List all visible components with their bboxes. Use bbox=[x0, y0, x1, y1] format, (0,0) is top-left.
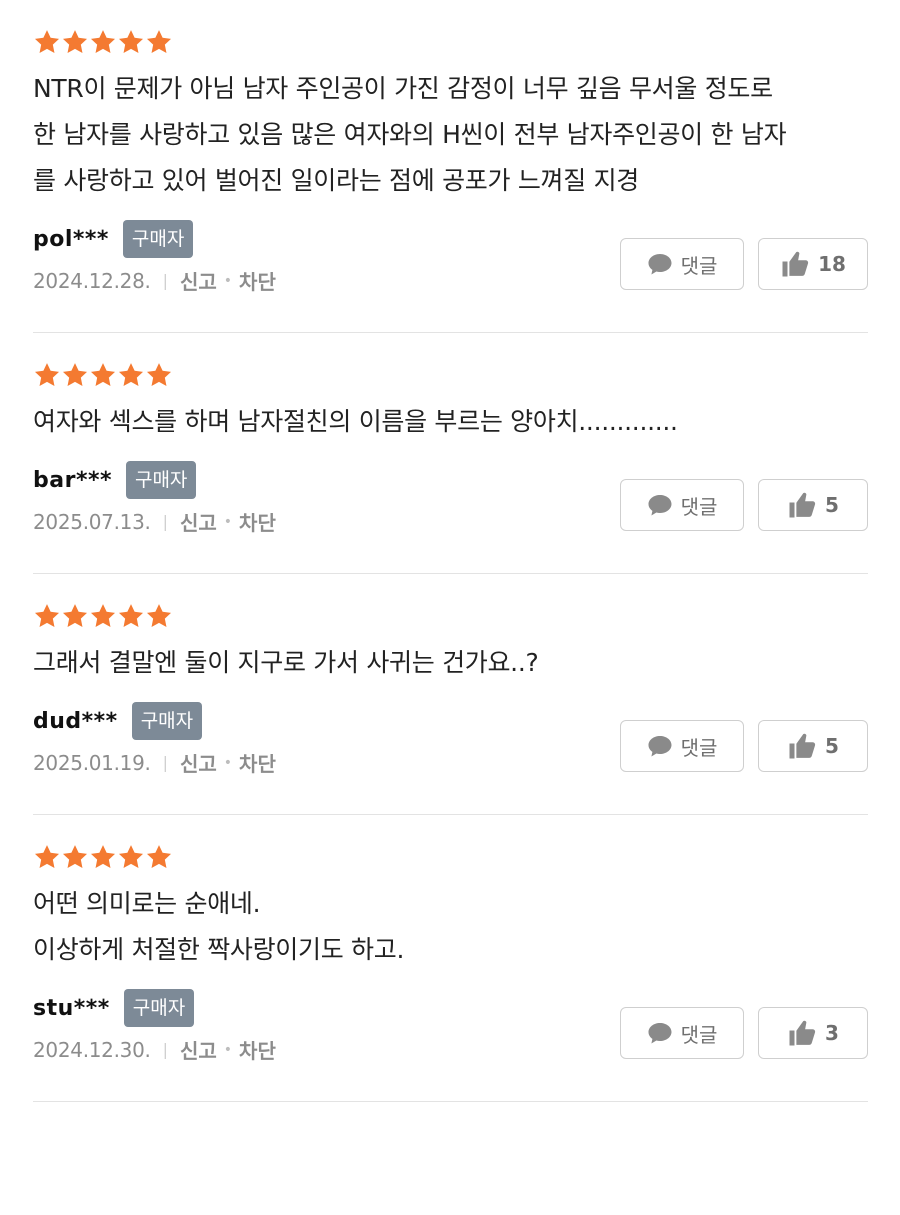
star-rating bbox=[33, 843, 868, 871]
block-link[interactable]: 차단 bbox=[239, 507, 276, 536]
star-icon bbox=[145, 28, 173, 56]
like-count: 18 bbox=[818, 252, 846, 276]
review-text-line: 이상하게 처절한 짝사랑이기도 하고. bbox=[33, 935, 405, 964]
star-icon bbox=[117, 28, 145, 56]
like-button[interactable]: 5 bbox=[758, 720, 868, 772]
thumbs-up-icon bbox=[787, 731, 817, 761]
review-text-line: 여자와 섹스를 하며 남자절친의 이름을 부르는 양아치............… bbox=[33, 407, 678, 436]
review-text-line: NTR이 문제가 아님 남자 주인공이 가진 감정이 너무 깊음 무서울 정도로 bbox=[33, 74, 773, 103]
star-icon bbox=[117, 602, 145, 630]
comment-icon bbox=[647, 252, 673, 276]
star-icon bbox=[89, 361, 117, 389]
star-icon bbox=[33, 361, 61, 389]
divider: | bbox=[162, 753, 168, 772]
review-text: 그래서 결말엔 둘이 지구로 가서 사귀는 건가요..? bbox=[33, 640, 868, 686]
dot-separator: • bbox=[223, 513, 233, 530]
divider: | bbox=[162, 512, 168, 531]
like-button[interactable]: 5 bbox=[758, 479, 868, 531]
star-icon bbox=[61, 28, 89, 56]
divider: | bbox=[162, 1040, 168, 1059]
report-link[interactable]: 신고 bbox=[180, 507, 217, 536]
star-icon bbox=[33, 602, 61, 630]
reviewer-name: stu*** bbox=[33, 995, 110, 1021]
review-date: 2024.12.30. bbox=[33, 1037, 151, 1062]
report-link[interactable]: 신고 bbox=[180, 1035, 217, 1064]
star-icon bbox=[89, 843, 117, 871]
thumbs-up-icon bbox=[787, 1018, 817, 1048]
like-button[interactable]: 18 bbox=[758, 238, 868, 290]
star-icon bbox=[33, 28, 61, 56]
review-text-line: 한 남자를 사랑하고 있음 많은 여자와의 H씬이 전부 남자주인공이 한 남자 bbox=[33, 120, 787, 149]
reviewer-name: bar*** bbox=[33, 467, 112, 493]
review-text-line: 어떤 의미로는 순애네. bbox=[33, 889, 261, 918]
review-date: 2025.07.13. bbox=[33, 509, 151, 534]
comment-label: 댓글 bbox=[680, 494, 718, 519]
thumbs-up-icon bbox=[787, 490, 817, 520]
block-link[interactable]: 차단 bbox=[239, 748, 276, 777]
review-text-line: 그래서 결말엔 둘이 지구로 가서 사귀는 건가요..? bbox=[33, 648, 539, 677]
buyer-badge: 구매자 bbox=[123, 989, 195, 1027]
divider: | bbox=[162, 271, 168, 290]
comment-label: 댓글 bbox=[680, 735, 718, 760]
review-list: NTR이 문제가 아님 남자 주인공이 가진 감정이 너무 깊음 무서울 정도로… bbox=[0, 0, 900, 1102]
block-link[interactable]: 차단 bbox=[239, 1035, 276, 1064]
review-item: 어떤 의미로는 순애네. 이상하게 처절한 짝사랑이기도 하고. stu*** 구매자… bbox=[33, 815, 868, 1102]
star-rating bbox=[33, 361, 868, 389]
report-link[interactable]: 신고 bbox=[180, 266, 217, 295]
like-count: 5 bbox=[825, 734, 839, 758]
review-text: 어떤 의미로는 순애네. 이상하게 처절한 짝사랑이기도 하고. bbox=[33, 881, 868, 973]
star-icon bbox=[89, 28, 117, 56]
star-icon bbox=[145, 602, 173, 630]
comment-button[interactable]: 댓글 bbox=[620, 1007, 744, 1059]
star-icon bbox=[33, 843, 61, 871]
comment-label: 댓글 bbox=[680, 253, 718, 278]
review-date: 2024.12.28. bbox=[33, 268, 151, 293]
block-link[interactable]: 차단 bbox=[239, 266, 276, 295]
like-count: 3 bbox=[825, 1021, 839, 1045]
dot-separator: • bbox=[223, 272, 233, 289]
review-date: 2025.01.19. bbox=[33, 750, 151, 775]
star-rating bbox=[33, 602, 868, 630]
review-item: 그래서 결말엔 둘이 지구로 가서 사귀는 건가요..? dud*** 구매자 202… bbox=[33, 574, 868, 815]
comment-icon bbox=[647, 493, 673, 517]
star-icon bbox=[145, 361, 173, 389]
review-text-line: 를 사랑하고 있어 벌어진 일이라는 점에 공포가 느껴질 지경 bbox=[33, 166, 639, 195]
review-item: 여자와 섹스를 하며 남자절친의 이름을 부르는 양아치............… bbox=[33, 333, 868, 574]
report-link[interactable]: 신고 bbox=[180, 748, 217, 777]
comment-icon bbox=[647, 1021, 673, 1045]
reviewer-name: pol*** bbox=[33, 226, 109, 252]
comment-icon bbox=[647, 734, 673, 758]
star-icon bbox=[61, 602, 89, 630]
thumbs-up-icon bbox=[780, 249, 810, 279]
like-button[interactable]: 3 bbox=[758, 1007, 868, 1059]
review-text: NTR이 문제가 아님 남자 주인공이 가진 감정이 너무 깊음 무서울 정도로… bbox=[33, 66, 868, 204]
star-icon bbox=[61, 361, 89, 389]
comment-button[interactable]: 댓글 bbox=[620, 720, 744, 772]
comment-label: 댓글 bbox=[680, 1022, 718, 1047]
like-count: 5 bbox=[825, 493, 839, 517]
reviewer-name: dud*** bbox=[33, 708, 118, 734]
review-item: NTR이 문제가 아님 남자 주인공이 가진 감정이 너무 깊음 무서울 정도로… bbox=[33, 0, 868, 333]
star-icon bbox=[117, 361, 145, 389]
star-icon bbox=[61, 843, 89, 871]
dot-separator: • bbox=[223, 1041, 233, 1058]
comment-button[interactable]: 댓글 bbox=[620, 238, 744, 290]
star-icon bbox=[145, 843, 173, 871]
review-text: 여자와 섹스를 하며 남자절친의 이름을 부르는 양아치............… bbox=[33, 399, 868, 445]
buyer-badge: 구매자 bbox=[125, 461, 197, 499]
star-icon bbox=[117, 843, 145, 871]
comment-button[interactable]: 댓글 bbox=[620, 479, 744, 531]
star-icon bbox=[89, 602, 117, 630]
buyer-badge: 구매자 bbox=[122, 220, 194, 258]
buyer-badge: 구매자 bbox=[131, 702, 203, 740]
dot-separator: • bbox=[223, 754, 233, 771]
star-rating bbox=[33, 28, 868, 56]
